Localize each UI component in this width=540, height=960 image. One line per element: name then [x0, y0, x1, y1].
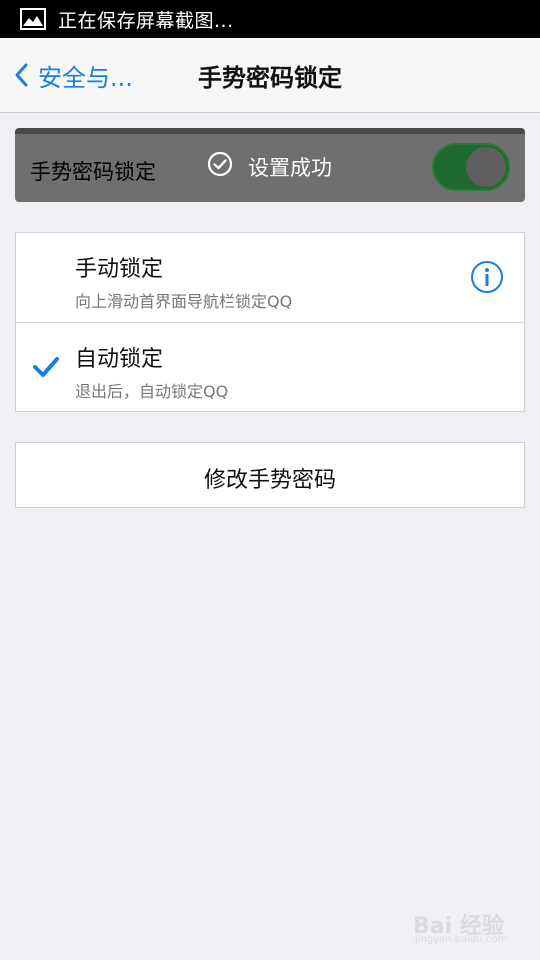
switch-knob	[466, 147, 506, 187]
checkmark-icon	[33, 357, 59, 377]
check-circle-icon	[207, 151, 233, 177]
gesture-lock-switch[interactable]	[432, 143, 510, 191]
page-title: 手势密码锁定	[198, 64, 342, 92]
gesture-lock-toggle-row: 手势密码锁定 设置成功	[15, 128, 525, 202]
option-title: 手动锁定	[75, 257, 164, 282]
success-message: 设置成功	[248, 156, 332, 180]
lock-mode-options: 手动锁定 向上滑动首界面导航栏锁定QQ 自动锁定 退出后，自动锁定QQ	[15, 232, 525, 412]
change-password-label: 修改手势密码	[203, 468, 336, 493]
navigation-bar: 安全与... 手势密码锁定	[0, 38, 540, 113]
status-text: 正在保存屏幕截图...	[58, 9, 234, 32]
option-subtitle: 退出后，自动锁定QQ	[75, 382, 229, 401]
gesture-lock-label: 手势密码锁定	[30, 160, 156, 184]
image-icon	[20, 8, 46, 30]
option-title: 自动锁定	[75, 347, 164, 372]
info-icon[interactable]	[470, 260, 504, 294]
status-bar: 正在保存屏幕截图...	[0, 0, 540, 38]
baidu-jingyan-watermark: Bai 经验 jingyan.baidu.com	[413, 902, 523, 950]
watermark-subtext: jingyan.baidu.com	[415, 934, 508, 945]
option-subtitle: 向上滑动首界面导航栏锁定QQ	[75, 292, 293, 311]
option-auto-lock[interactable]: 自动锁定 退出后，自动锁定QQ	[16, 322, 524, 412]
option-manual-lock[interactable]: 手动锁定 向上滑动首界面导航栏锁定QQ	[16, 233, 524, 322]
change-gesture-password-button[interactable]: 修改手势密码	[15, 442, 525, 508]
